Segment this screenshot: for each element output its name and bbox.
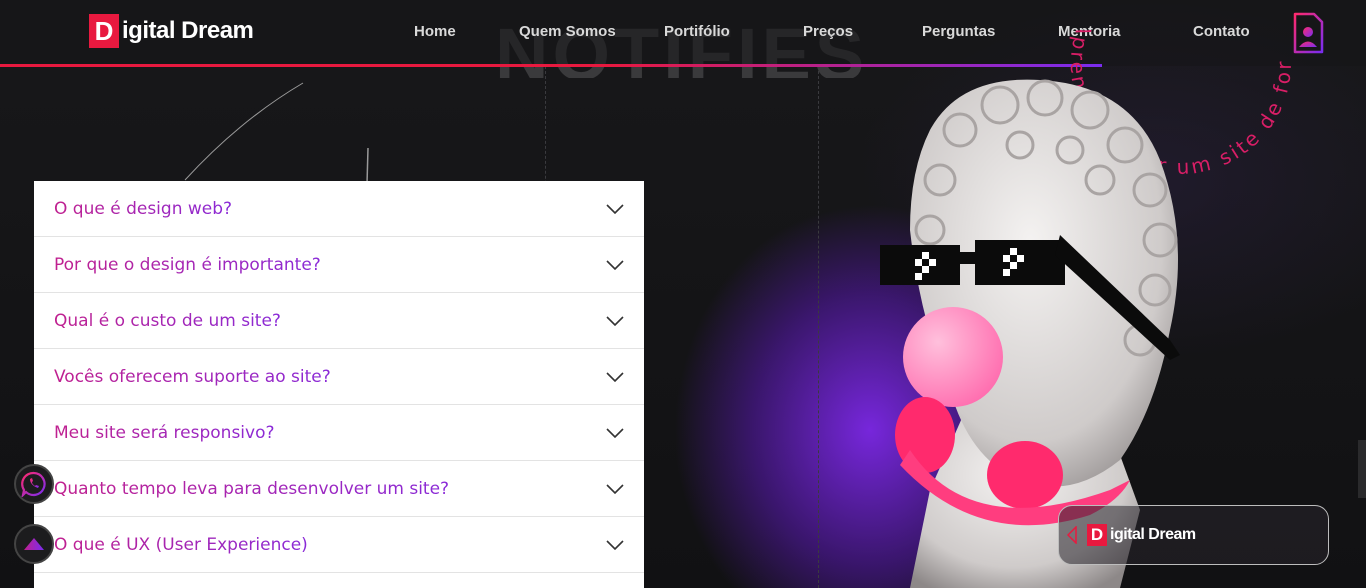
chevron-down-icon <box>606 315 624 326</box>
chevron-down-icon <box>606 259 624 270</box>
faq-question: Qual é o custo de um site? <box>54 310 281 331</box>
logo-letter: D <box>89 14 119 48</box>
header-underline <box>0 64 1102 67</box>
scrollbar[interactable] <box>1358 440 1366 498</box>
chevron-left-icon[interactable] <box>1067 526 1077 544</box>
nav-home[interactable]: Home <box>414 23 456 40</box>
brand-card[interactable]: D igital Dream <box>1058 505 1329 565</box>
chevron-down-icon <box>606 427 624 438</box>
faq-accordion: O que é design web? Por que o design é i… <box>34 181 644 588</box>
faq-item[interactable]: Por que o design é importante? <box>34 237 644 293</box>
chevron-down-icon <box>606 539 624 550</box>
nav-quem-somos[interactable]: Quem Somos <box>519 23 616 40</box>
chevron-down-icon <box>606 483 624 494</box>
faq-item[interactable]: Vocês oferecem suporte ao site? <box>34 349 644 405</box>
faq-question: Por que o design é importante? <box>54 254 321 275</box>
faq-question: Vocês oferecem suporte ao site? <box>54 366 331 387</box>
faq-question: O que é design web? <box>54 198 233 219</box>
whatsapp-icon <box>21 471 46 497</box>
faq-item[interactable]: O que é UX (User Experience) <box>34 517 644 573</box>
faq-item[interactable]: Qual é o custo de um site? <box>34 293 644 349</box>
faq-item[interactable]: O que é design web? <box>34 181 644 237</box>
grid-line <box>818 66 819 588</box>
faq-item[interactable]: Meu site será responsivo? <box>34 405 644 461</box>
card-logo-text: igital Dream <box>1110 526 1196 543</box>
chevron-down-icon <box>606 203 624 214</box>
whatsapp-button[interactable] <box>14 464 54 504</box>
faq-question: Quanto tempo leva para desenvolver um si… <box>54 478 450 499</box>
scroll-top-button[interactable] <box>14 524 54 564</box>
scribble-decoration <box>184 82 369 185</box>
scroll-top-icon <box>24 538 44 550</box>
faq-question: Meu site será responsivo? <box>54 422 275 443</box>
faq-item[interactable]: Quanto tempo leva para desenvolver um si… <box>34 461 644 517</box>
site-logo[interactable]: D igital Dream <box>89 14 254 48</box>
chevron-down-icon <box>606 371 624 382</box>
logo-text: igital Dream <box>122 17 254 44</box>
nav-perguntas[interactable]: Perguntas <box>922 23 995 40</box>
card-logo-letter: D <box>1087 524 1107 546</box>
faq-question: O que é UX (User Experience) <box>54 534 308 555</box>
nav-precos[interactable]: Preços <box>803 23 853 40</box>
nav-portifolio[interactable]: Portifólio <box>664 23 730 40</box>
